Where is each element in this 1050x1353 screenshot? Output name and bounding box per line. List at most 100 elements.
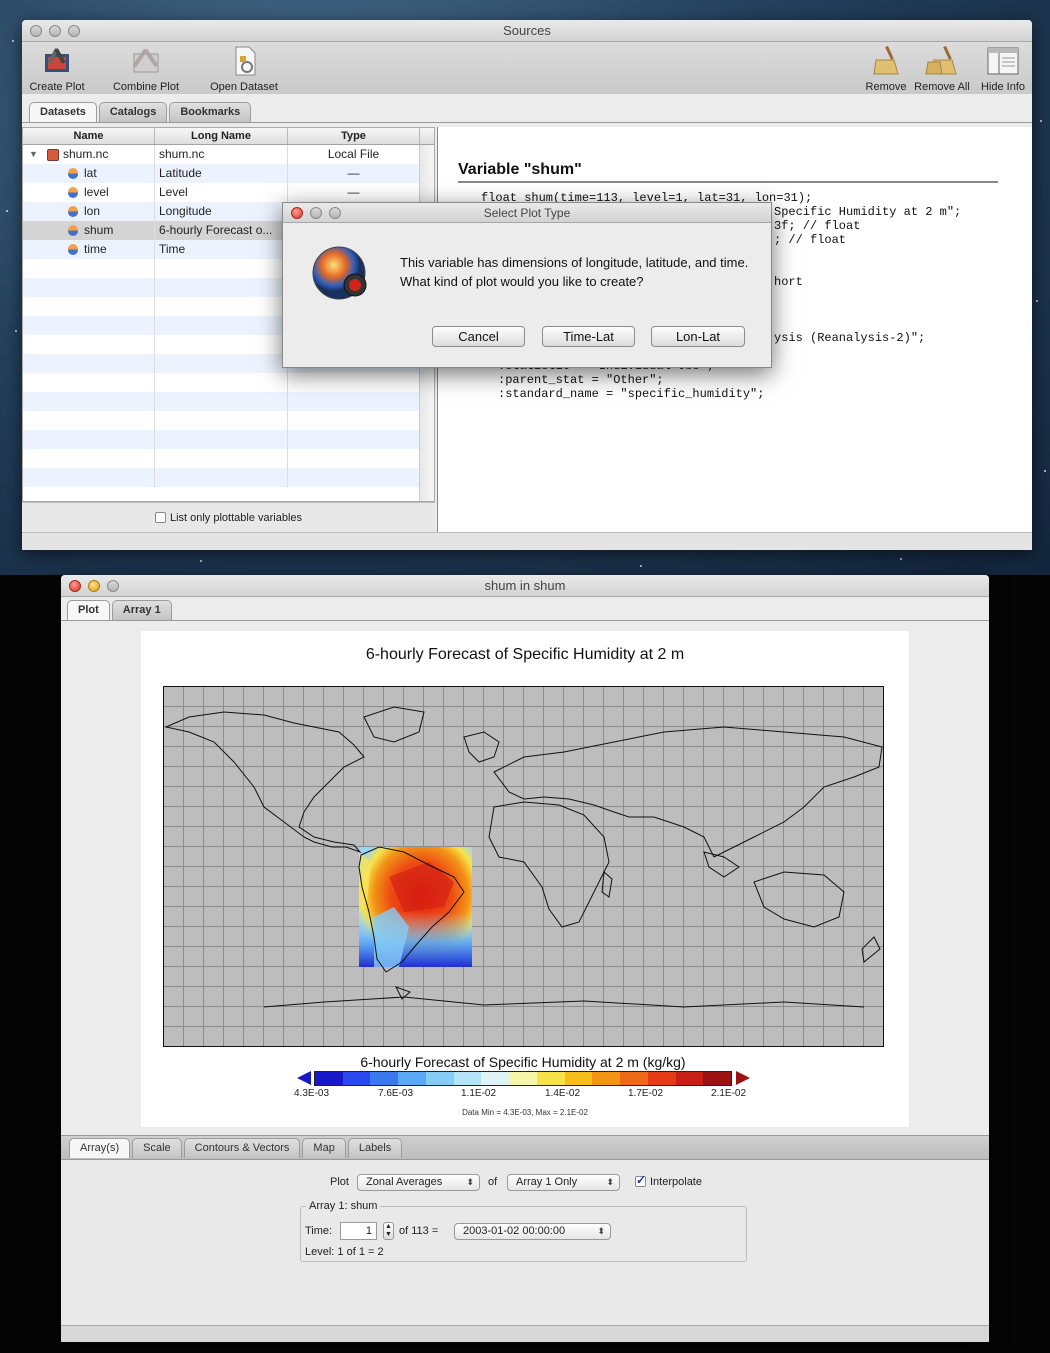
netcdf-file-icon	[47, 149, 59, 161]
colorbar-swatch	[509, 1072, 537, 1085]
open-dataset-button[interactable]: Open Dataset	[206, 46, 282, 93]
plot-titlebar: shum in shum	[61, 575, 989, 597]
zoom-button[interactable]	[68, 25, 80, 37]
column-header-name[interactable]: Name	[23, 128, 155, 144]
variable-icon	[68, 244, 78, 255]
column-header-type[interactable]: Type	[288, 128, 420, 144]
create-plot-button[interactable]: Create Plot	[26, 46, 88, 93]
empty-row	[23, 468, 434, 487]
colorbar-swatch	[564, 1072, 593, 1085]
colorbar-swatch	[398, 1072, 426, 1085]
sources-statusbar	[22, 532, 1032, 550]
array-group-title: Array 1: shum	[306, 1200, 381, 1212]
remove-all-button[interactable]: Remove All	[912, 45, 972, 93]
interpolate-checkbox[interactable]	[635, 1173, 646, 1187]
plot-title: 6-hourly Forecast of Specific Humidity a…	[365, 646, 685, 663]
time-date-select[interactable]: 2003-01-02 00:00:00	[454, 1223, 611, 1240]
table-row[interactable]: lat Latitude —	[23, 164, 434, 183]
colorbar-tick-label: 4.3E-03	[294, 1088, 330, 1099]
lon-lat-button[interactable]: Lon-Lat	[651, 326, 745, 347]
colorbar-tick-label: 1.4E-02	[545, 1088, 581, 1099]
coastlines	[164, 706, 883, 1008]
panoply-globe-icon	[312, 246, 367, 300]
variable-icon	[68, 168, 78, 179]
empty-row	[23, 373, 434, 392]
colorbar-swatch	[675, 1072, 704, 1085]
map-overlay	[164, 706, 883, 1008]
time-count: of 113 =	[399, 1225, 439, 1237]
variable-icon	[68, 225, 78, 236]
open-dataset-icon	[235, 46, 256, 76]
world-map-plot[interactable]	[163, 686, 884, 1047]
tab-plot[interactable]: Plot	[67, 600, 110, 620]
plot-statusbar	[61, 1325, 989, 1342]
tab-bookmarks[interactable]: Bookmarks	[169, 102, 252, 122]
colorbar-tick-label: 1.1E-02	[461, 1088, 497, 1099]
colorbar-title: 6-hourly Forecast of Specific Humidity a…	[360, 1054, 686, 1070]
dialog-titlebar: Select Plot Type	[283, 203, 771, 223]
tab-catalogs[interactable]: Catalogs	[98, 102, 168, 122]
create-plot-icon	[45, 48, 69, 72]
table-header: Name Long Name Type	[23, 128, 434, 145]
table-row[interactable]: level Level —	[23, 183, 434, 202]
colorbar-swatch	[453, 1072, 482, 1085]
disclosure-triangle-icon[interactable]: ▼	[29, 145, 38, 164]
hide-info-button[interactable]: Hide Info	[976, 46, 1030, 93]
of-label: of	[488, 1176, 498, 1188]
colorbar-right-arrow	[736, 1071, 750, 1085]
tab-scale[interactable]: Scale	[132, 1138, 182, 1158]
tab-array-1[interactable]: Array 1	[111, 600, 172, 620]
combine-plot-button[interactable]: Combine Plot	[108, 46, 184, 93]
plot-type-select[interactable]: Zonal Averages	[357, 1174, 480, 1191]
table-row[interactable]: ▼ shum.nc shum.nc Local File	[23, 145, 434, 164]
close-button[interactable]	[69, 580, 81, 592]
tab-map[interactable]: Map	[302, 1138, 346, 1158]
zoom-button[interactable]	[329, 207, 341, 219]
plottable-filter: List only plottable variables	[22, 502, 435, 532]
tab-arrays[interactable]: Array(s)	[69, 1138, 131, 1158]
time-stepper[interactable]: ▲ ▼	[383, 1222, 394, 1240]
array-select[interactable]: Array 1 Only	[507, 1174, 620, 1191]
interpolate-option: Interpolate	[635, 1173, 702, 1188]
variable-title: Variable "shum"	[458, 161, 582, 178]
empty-row	[23, 449, 434, 468]
level-text: Level: 1 of 1 = 2	[305, 1246, 384, 1258]
minimize-button[interactable]	[310, 207, 322, 219]
remove-button[interactable]: Remove	[864, 45, 908, 93]
tab-datasets[interactable]: Datasets	[29, 102, 97, 122]
combine-plot-icon	[132, 48, 159, 73]
title-divider	[458, 181, 998, 183]
broom-icon	[873, 45, 899, 75]
zoom-button[interactable]	[107, 580, 119, 592]
sources-titlebar: Sources	[22, 20, 1032, 42]
colorbar-tick-label: 1.7E-02	[628, 1088, 664, 1099]
variable-icon	[68, 206, 78, 217]
sources-tabs: Datasets Catalogs Bookmarks	[29, 102, 252, 122]
colorbar-swatch	[342, 1072, 371, 1085]
plot-label: Plot	[330, 1176, 349, 1188]
colorbar-swatch	[370, 1072, 399, 1085]
colorbar-tick-label: 2.1E-02	[711, 1088, 747, 1099]
plottable-checkbox[interactable]	[154, 512, 166, 523]
plot-tab-divider	[61, 620, 989, 621]
dialog-message: This variable has dimensions of longitud…	[400, 255, 749, 289]
cancel-button[interactable]: Cancel	[432, 326, 525, 347]
colorbar-swatch	[620, 1072, 648, 1085]
time-lat-button[interactable]: Time-Lat	[542, 326, 635, 347]
empty-row	[23, 411, 434, 430]
minimize-button[interactable]	[88, 580, 100, 592]
select-plot-type-dialog: Select Plot Type This variable has dimen…	[282, 202, 772, 368]
column-header-long-name[interactable]: Long Name	[155, 128, 288, 144]
time-index-field[interactable]: 1	[340, 1222, 377, 1240]
broom-icon	[925, 45, 957, 75]
close-button[interactable]	[30, 25, 42, 37]
tab-contours-vectors[interactable]: Contours & Vectors	[183, 1138, 301, 1158]
settings-tabs: Array(s) Scale Contours & Vectors Map La…	[69, 1138, 403, 1158]
colorbar-swatch	[481, 1072, 510, 1085]
close-button[interactable]	[291, 207, 303, 219]
minimize-button[interactable]	[49, 25, 61, 37]
colorbar-left-arrow	[297, 1071, 311, 1085]
plot-tabs: Plot Array 1	[67, 600, 172, 620]
window-title: Sources	[503, 23, 551, 38]
tab-labels[interactable]: Labels	[347, 1138, 403, 1158]
